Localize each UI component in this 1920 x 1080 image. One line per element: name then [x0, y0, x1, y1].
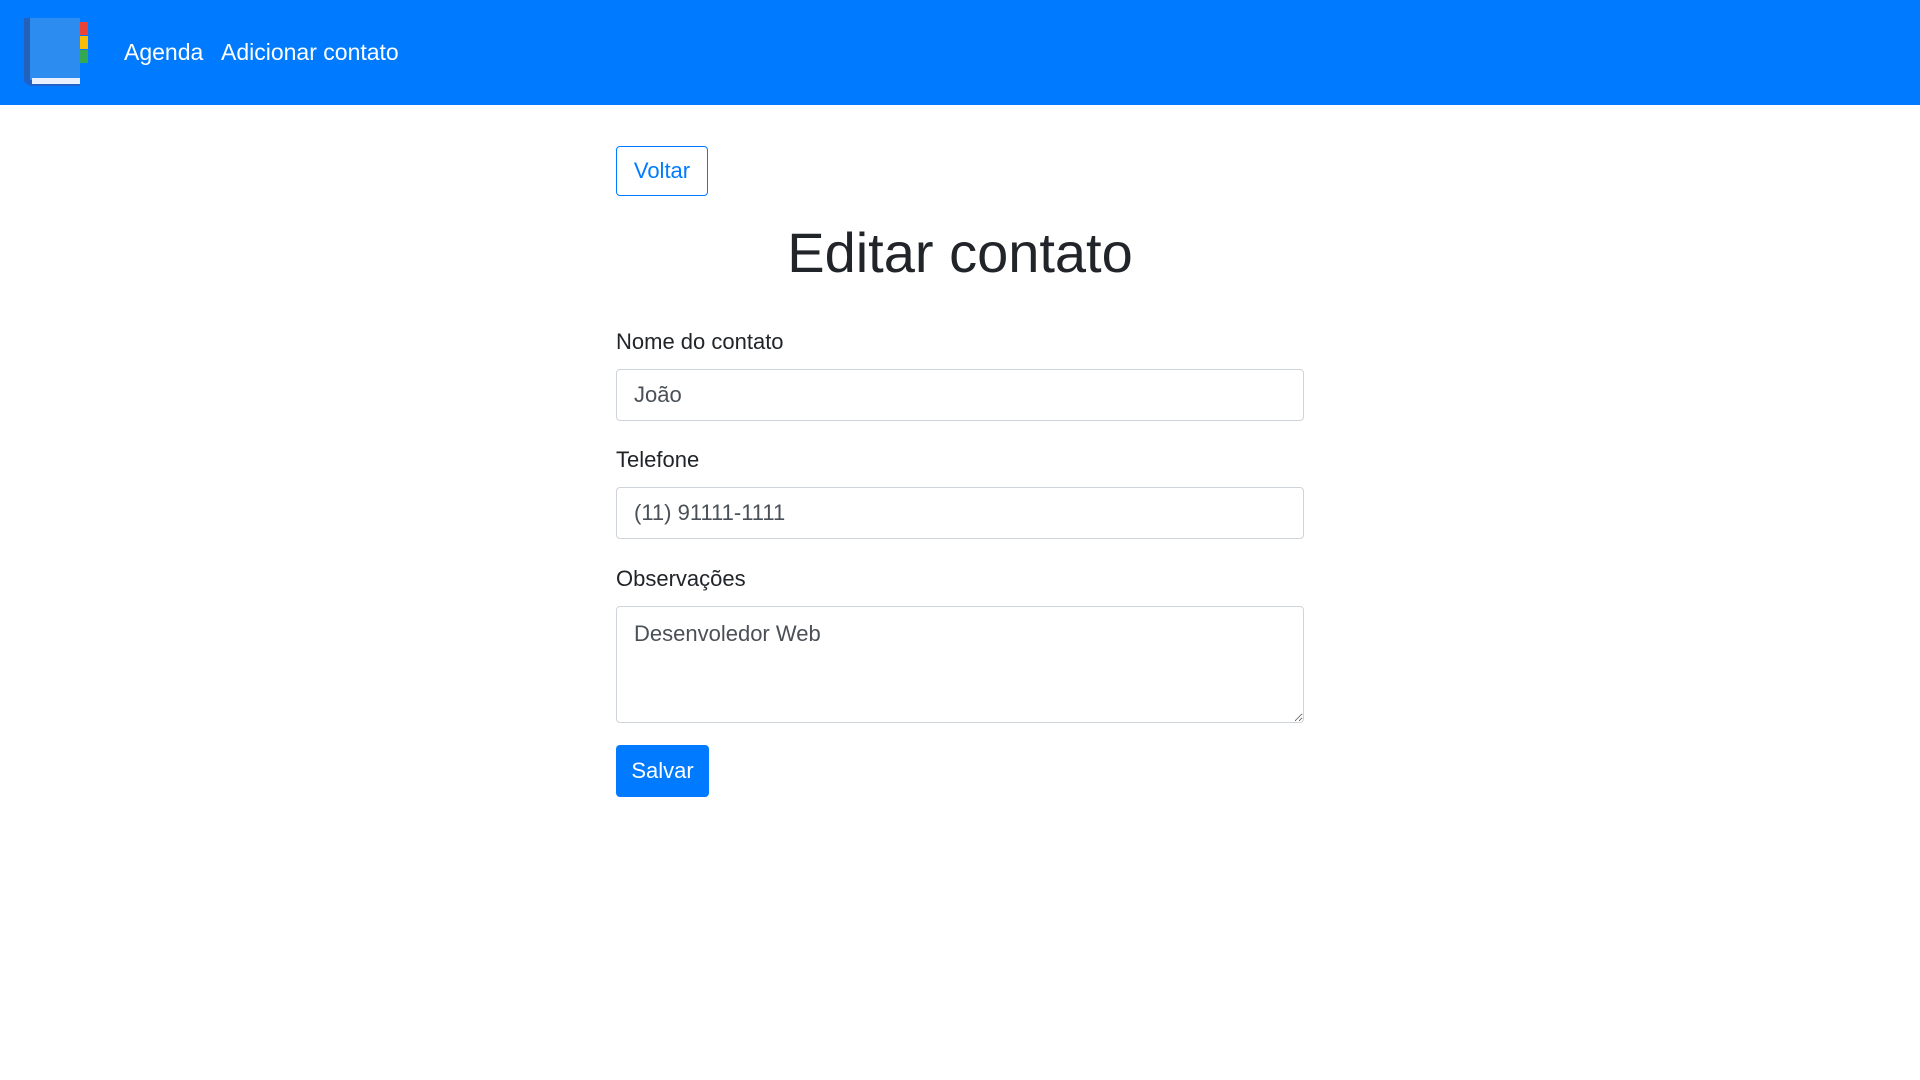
page-title: Editar contato	[787, 221, 1133, 284]
name-input[interactable]	[616, 369, 1304, 421]
name-label: Nome do contato	[616, 329, 784, 354]
address-book-icon[interactable]	[24, 16, 90, 88]
notes-label: Observações	[616, 566, 746, 591]
top-navbar: Agenda Adicionar contato	[0, 0, 1920, 105]
phone-input[interactable]	[616, 487, 1304, 539]
save-button[interactable]: Salvar	[616, 745, 709, 797]
nav-link-agenda[interactable]: Agenda	[124, 38, 203, 66]
notes-textarea[interactable]: Desenvoledor Web	[616, 606, 1304, 723]
back-button[interactable]: Voltar	[616, 146, 708, 196]
nav-link-add-contact[interactable]: Adicionar contato	[221, 38, 399, 66]
phone-label: Telefone	[616, 447, 700, 472]
